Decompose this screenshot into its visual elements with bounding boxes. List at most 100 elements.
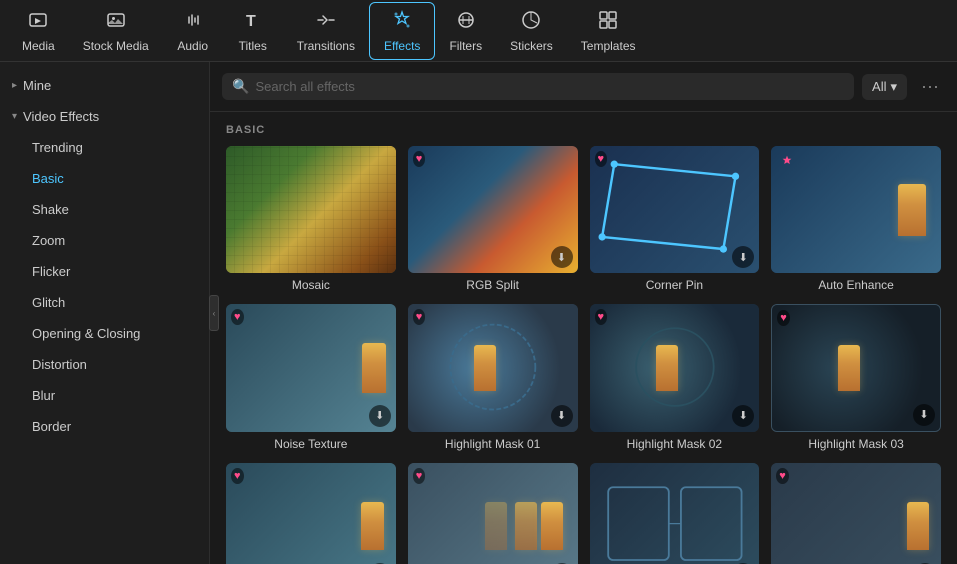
search-bar: 🔍 All ▾ ··· (210, 62, 957, 112)
section-label: BASIC (226, 124, 941, 136)
sidebar-item-opening-closing[interactable]: Opening & Closing (0, 318, 209, 349)
more-options-button[interactable]: ··· (915, 72, 945, 101)
heart-icon-smart: ♥ (231, 468, 244, 484)
effect-thumb-highlight-mask-01: ♥ ⬇ (408, 304, 578, 431)
effect-name-highlight-mask-03: Highlight Mask 03 (771, 437, 941, 451)
templates-icon (597, 9, 619, 35)
effects-grid-section: BASIC Mosaic ♥ ⬇ (210, 112, 957, 564)
effect-thumb-highlight-mask-02: ♥ ⬇ (590, 304, 760, 431)
download-icon-rgb[interactable]: ⬇ (551, 246, 573, 268)
heart-icon-cornerpin: ♥ (595, 151, 608, 167)
effect-name-rgb-split: RGB Split (408, 278, 578, 292)
toolbar-stickers[interactable]: Stickers (496, 3, 567, 59)
effect-thumb-corner-pin: ♥ ⬇ (590, 146, 760, 273)
titles-icon: T (242, 9, 264, 35)
effect-card-highlight-mask-01[interactable]: ♥ ⬇ Highlight Mask 01 (408, 304, 578, 450)
download-icon-noise[interactable]: ⬇ (369, 405, 391, 427)
toolbar-titles-label: Titles (239, 39, 267, 53)
toolbar-transitions[interactable]: Transitions (283, 3, 369, 59)
download-icon-hl02[interactable]: ⬇ (732, 405, 754, 427)
sidebar-item-glitch[interactable]: Glitch (0, 287, 209, 318)
sidebar-item-shake[interactable]: Shake (0, 194, 209, 225)
effect-card-highlight-mask-03[interactable]: ♥ ⬇ Highlight Mask 03 (771, 304, 941, 450)
toolbar-templates-label: Templates (581, 39, 636, 53)
sidebar-item-distortion[interactable]: Distortion (0, 349, 209, 380)
toolbar-effects[interactable]: Effects (369, 2, 435, 60)
video-effects-expand-icon: ▾ (12, 111, 17, 122)
effect-thumb-noise-texture: ♥ ⬇ (226, 304, 396, 431)
media-icon (27, 9, 49, 35)
sidebar-item-basic[interactable]: Basic (0, 163, 209, 194)
sidebar-wrapper: ▸ Mine ▾ Video Effects Trending Basic Sh… (0, 62, 210, 564)
stock-media-icon (105, 9, 127, 35)
effect-card-highlight-mask-02[interactable]: ♥ ⬇ Highlight Mask 02 (590, 304, 760, 450)
effect-card-old-camera-lenses[interactable]: ⬇ Old Camera Lenses (590, 463, 760, 564)
content-area: 🔍 All ▾ ··· BASIC Mosaic (210, 62, 957, 564)
main-layout: ▸ Mine ▾ Video Effects Trending Basic Sh… (0, 62, 957, 564)
toolbar-media[interactable]: Media (8, 3, 69, 59)
effect-thumb-smart-color: ♥ ⬇ (226, 463, 396, 564)
toolbar-audio[interactable]: Audio (163, 3, 223, 59)
toolbar-titles[interactable]: T Titles (223, 3, 283, 59)
sidebar-item-zoom[interactable]: Zoom (0, 225, 209, 256)
effect-card-corner-pin[interactable]: ♥ ⬇ Corner Pin (590, 146, 760, 292)
toolbar-stock-media-label: Stock Media (83, 39, 149, 53)
toolbar-stock-media[interactable]: Stock Media (69, 3, 163, 59)
effect-card-focus-zoom-camera[interactable]: ♥ ⬇ Focus Zoom Camera (771, 463, 941, 564)
effect-name-noise-texture: Noise Texture (226, 437, 396, 451)
heart-icon-hl03: ♥ (777, 310, 790, 326)
search-input[interactable] (255, 79, 844, 94)
svg-text:T: T (246, 13, 256, 30)
mine-expand-icon: ▸ (12, 80, 17, 91)
effect-card-mosaic[interactable]: Mosaic (226, 146, 396, 292)
search-input-wrap[interactable]: 🔍 (222, 73, 854, 100)
effect-name-mosaic: Mosaic (226, 278, 396, 292)
effect-thumb-old-camera-lenses: ⬇ (590, 463, 760, 564)
stickers-icon (520, 9, 542, 35)
sidebar-item-blur[interactable]: Blur (0, 380, 209, 411)
sidebar-group-mine[interactable]: ▸ Mine (0, 70, 209, 101)
effect-card-rgb-split[interactable]: ♥ ⬇ RGB Split (408, 146, 578, 292)
toolbar-templates[interactable]: Templates (567, 3, 650, 59)
toolbar: Media Stock Media Audio T Titles Transit… (0, 0, 957, 62)
sidebar: ▸ Mine ▾ Video Effects Trending Basic Sh… (0, 62, 210, 564)
effect-thumb-mosaic (226, 146, 396, 273)
effect-name-highlight-mask-01: Highlight Mask 01 (408, 437, 578, 451)
effect-name-auto-enhance: Auto Enhance (771, 278, 941, 292)
effects-icon (391, 9, 413, 35)
sidebar-item-flicker[interactable]: Flicker (0, 256, 209, 287)
chevron-down-icon: ▾ (890, 79, 897, 95)
download-icon-hl03[interactable]: ⬇ (913, 404, 935, 426)
toolbar-audio-label: Audio (177, 39, 208, 53)
search-icon: 🔍 (232, 78, 249, 95)
effect-card-auto-enhance[interactable]: Auto Enhance (771, 146, 941, 292)
heart-icon-focuszoom: ♥ (776, 468, 789, 484)
toolbar-effects-label: Effects (384, 39, 420, 53)
effect-name-highlight-mask-02: Highlight Mask 02 (590, 437, 760, 451)
sidebar-group-video-effects-label: Video Effects (23, 109, 99, 124)
filter-label: All (872, 79, 886, 94)
sidebar-item-trending[interactable]: Trending (0, 132, 209, 163)
toolbar-transitions-label: Transitions (297, 39, 355, 53)
download-icon-hl01[interactable]: ⬇ (551, 405, 573, 427)
effect-thumb-highlight-mask-03: ♥ ⬇ (771, 304, 941, 431)
sidebar-item-border[interactable]: Border (0, 411, 209, 442)
heart-icon-noise: ♥ (231, 309, 244, 325)
effect-card-noise-texture[interactable]: ♥ ⬇ Noise Texture (226, 304, 396, 450)
effect-card-smart-color[interactable]: ♥ ⬇ Smart Color (226, 463, 396, 564)
toolbar-filters-label: Filters (449, 39, 482, 53)
effect-thumb-focus-zoom-camera: ♥ ⬇ (771, 463, 941, 564)
sidebar-collapse-button[interactable]: ‹ (209, 295, 219, 331)
filters-icon (455, 9, 477, 35)
toolbar-stickers-label: Stickers (510, 39, 553, 53)
toolbar-filters[interactable]: Filters (435, 3, 496, 59)
sidebar-group-video-effects[interactable]: ▾ Video Effects (0, 101, 209, 132)
effects-grid: Mosaic ♥ ⬇ RGB Split (226, 146, 941, 564)
effect-name-corner-pin: Corner Pin (590, 278, 760, 292)
more-icon: ··· (921, 76, 939, 96)
effect-card-afterimage[interactable]: ♥ ⬇ Afterimage (408, 463, 578, 564)
filter-dropdown-button[interactable]: All ▾ (862, 74, 907, 100)
effect-thumb-auto-enhance (771, 146, 941, 273)
sidebar-group-mine-label: Mine (23, 78, 51, 93)
effect-thumb-afterimage: ♥ ⬇ (408, 463, 578, 564)
